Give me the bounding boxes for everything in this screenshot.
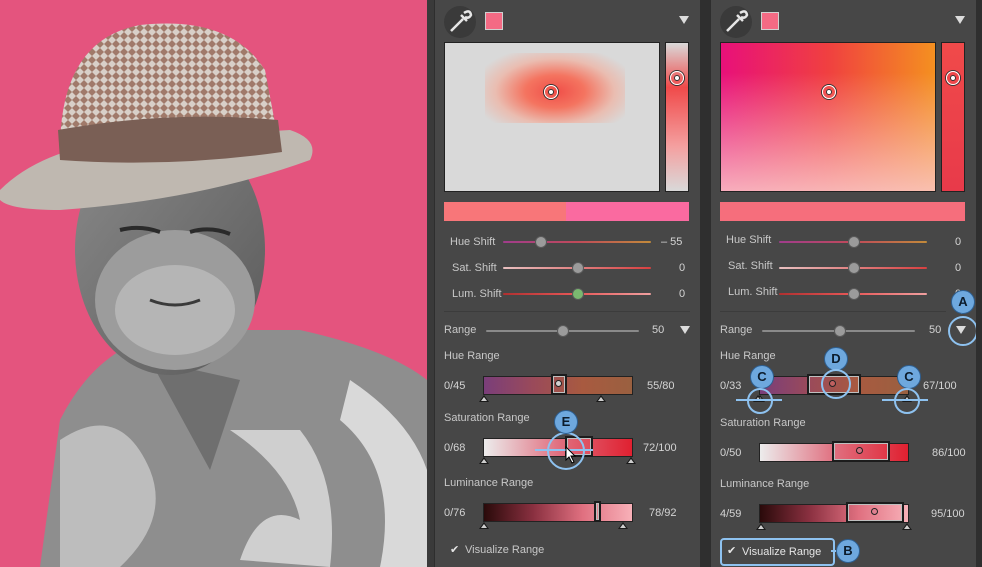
sat-shift-thumb[interactable] [572, 262, 584, 274]
chevron-down-icon[interactable] [679, 16, 689, 24]
original-color-bar [444, 202, 566, 221]
luminance-range-selection[interactable] [594, 501, 601, 522]
hue-range-right-handle[interactable] [596, 395, 606, 402]
strip-target[interactable] [946, 71, 960, 85]
lum-shift-thumb[interactable] [572, 288, 584, 300]
strip-target[interactable] [670, 71, 684, 85]
hue-range-min: 0/45 [444, 380, 466, 392]
photo-preview [0, 0, 427, 567]
saturation-range-label: Saturation Range [720, 417, 806, 429]
visualize-range-label[interactable]: Visualize Range [465, 544, 544, 556]
lum-shift-value[interactable]: 0 [679, 288, 685, 300]
checkbox-icon[interactable]: ✔ [727, 546, 737, 557]
callout-c-left: C [750, 365, 774, 389]
color-swatch[interactable] [761, 12, 779, 30]
hue-range-label: Hue Range [720, 350, 776, 362]
color-mixer-panel-right: Hue Shift 0 Sat. Shift 0 Lum. Shift 0 Ra… [710, 0, 978, 567]
range-label: Range [444, 324, 477, 336]
hue-shift-value[interactable]: – 55 [661, 236, 682, 248]
saturation-range-right-handle[interactable] [626, 457, 636, 464]
checkbox-icon[interactable]: ✔ [450, 545, 460, 556]
color-picker-field[interactable] [444, 42, 660, 192]
saturation-range-label: Saturation Range [444, 412, 530, 424]
luminance-range-min: 0/76 [444, 507, 466, 519]
callout-e: E [554, 410, 578, 434]
visualize-range-label[interactable]: Visualize Range [742, 546, 821, 558]
luminance-range-left-handle[interactable] [756, 523, 766, 530]
saturation-range-max: 86/100 [932, 447, 966, 459]
lum-shift-thumb[interactable] [848, 288, 860, 300]
hue-range-label: Hue Range [444, 350, 500, 362]
range-thumb[interactable] [834, 325, 846, 337]
color-picker-field[interactable] [720, 42, 936, 192]
portrait-image [0, 23, 427, 567]
callout-a: A [951, 290, 975, 314]
luminance-strip[interactable] [665, 42, 689, 192]
sat-shift-thumb[interactable] [848, 262, 860, 274]
luminance-range-right-handle[interactable] [902, 523, 912, 530]
luminance-range-left-handle[interactable] [479, 522, 489, 529]
hue-shift-track[interactable] [503, 241, 651, 243]
luminance-range-min: 4/59 [720, 508, 742, 520]
callout-d: D [824, 347, 848, 371]
range-value[interactable]: 50 [929, 324, 941, 336]
lum-shift-label: Lum. Shift [728, 286, 778, 298]
sat-shift-label: Sat. Shift [452, 262, 497, 274]
hue-shift-label: Hue Shift [726, 234, 772, 246]
hue-shift-label: Hue Shift [450, 236, 496, 248]
cursor-icon [565, 446, 577, 464]
range-label: Range [720, 324, 753, 336]
hue-range-left-handle[interactable] [479, 395, 489, 402]
callout-b: B [836, 539, 860, 563]
luminance-strip[interactable] [941, 42, 965, 192]
hue-shift-value[interactable]: 0 [955, 236, 961, 248]
sat-shift-value[interactable]: 0 [679, 262, 685, 274]
picker-target[interactable] [544, 85, 558, 99]
luminance-range-bar[interactable] [483, 503, 633, 522]
hue-shift-thumb[interactable] [848, 236, 860, 248]
hue-range-min: 0/33 [720, 380, 742, 392]
color-mixer-panel-left: Hue Shift – 55 Sat. Shift 0 Lum. Shift 0… [434, 0, 701, 567]
lum-shift-label: Lum. Shift [452, 288, 502, 300]
hue-shift-thumb[interactable] [535, 236, 547, 248]
luminance-range-right-handle[interactable] [618, 522, 628, 529]
sat-shift-label: Sat. Shift [728, 260, 773, 272]
shifted-color-bar [566, 202, 689, 221]
saturation-range-min: 0/50 [720, 447, 742, 459]
range-thumb[interactable] [557, 325, 569, 337]
color-bar [720, 202, 965, 221]
hue-range-max: 67/100 [923, 380, 957, 392]
eyedropper-icon[interactable] [443, 5, 477, 39]
chevron-down-icon[interactable] [955, 16, 965, 24]
luminance-range-max: 95/100 [931, 508, 965, 520]
range-value[interactable]: 50 [652, 324, 664, 336]
eyedropper-icon[interactable] [719, 5, 753, 39]
luminance-range-label: Luminance Range [720, 478, 810, 490]
saturation-range-max: 72/100 [643, 442, 677, 454]
saturation-range-left-handle[interactable] [479, 457, 489, 464]
picker-target[interactable] [822, 85, 836, 99]
color-swatch[interactable] [485, 12, 503, 30]
hue-range-max: 55/80 [647, 380, 675, 392]
callout-c-right: C [897, 365, 921, 389]
sat-shift-value[interactable]: 0 [955, 262, 961, 274]
saturation-range-min: 0/68 [444, 442, 466, 454]
luminance-range-max: 78/92 [649, 507, 677, 519]
luminance-range-label: Luminance Range [444, 477, 534, 489]
chevron-down-icon[interactable] [680, 326, 690, 334]
